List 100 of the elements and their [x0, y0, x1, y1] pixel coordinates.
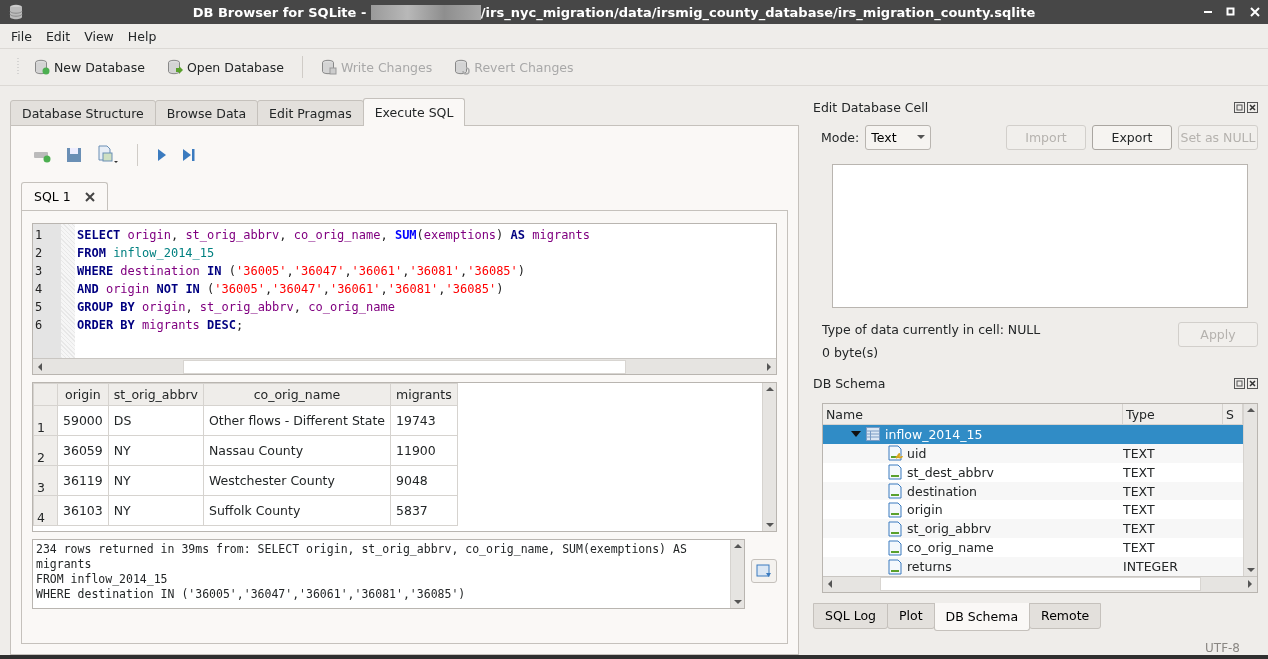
tab[interactable]: Edit Pragmas: [257, 100, 364, 126]
field-icon: [887, 520, 903, 537]
row-header[interactable]: 1: [33, 405, 58, 436]
row-header[interactable]: 2: [33, 435, 58, 466]
float-icon: [1234, 101, 1245, 113]
vertical-scrollbar[interactable]: [762, 383, 776, 531]
play-icon: [156, 147, 168, 163]
dock-tab[interactable]: DB Schema: [933, 603, 1031, 631]
code-line: ORDER BY migrants DESC;: [77, 317, 245, 334]
scroll-down-icon: [733, 598, 742, 606]
float-icon: [1234, 378, 1245, 390]
column-header[interactable]: origin: [57, 383, 109, 406]
tree-item[interactable]: inflow_2014_15: [885, 426, 983, 442]
type-cell-text: TEXT: [1123, 521, 1156, 537]
code-line: FROM inflow_2014_15: [77, 245, 216, 262]
toolbar-button[interactable]: New Database: [26, 56, 153, 78]
menu-item[interactable]: Edit: [40, 26, 76, 46]
type-cell-text: TEXT: [1123, 464, 1156, 480]
table-icon: [865, 426, 881, 443]
window-title: DB Browser for SQLite -: [192, 4, 368, 20]
scroll-right-icon: [1246, 580, 1254, 589]
scroll-left-icon: [36, 362, 44, 371]
dock-tab[interactable]: SQL Log: [813, 603, 889, 629]
editor-tab[interactable]: SQL 1: [21, 182, 108, 210]
table-cell: 19743: [390, 405, 458, 436]
encoding-label: UTF-8: [1205, 641, 1240, 655]
code-line: SELECT origin, st_orig_abbrv, co_orig_name, SUM(exemptions) AS migrants: [77, 227, 592, 244]
tree-item[interactable]: origin: [907, 502, 943, 518]
type-cell-text: INTEGER: [1123, 559, 1179, 575]
panel-title: Edit Database Cell: [813, 99, 929, 115]
tab[interactable]: Browse Data: [154, 100, 259, 126]
table-cell: 59000: [57, 405, 109, 436]
export-icon: [756, 563, 772, 579]
type-cell-text: TEXT: [1123, 540, 1156, 556]
tree-item[interactable]: st_dest_abbrv: [907, 464, 995, 480]
field-icon: [887, 464, 903, 481]
close-icon: [1247, 101, 1258, 113]
column-header[interactable]: migrants: [390, 383, 458, 406]
minimize-icon: [1204, 11, 1212, 13]
database-save-icon: [320, 59, 337, 75]
column-header[interactable]: st_orig_abbrv: [108, 383, 204, 406]
play-line-icon: [182, 147, 196, 163]
mode-dropdown[interactable]: Text: [865, 124, 932, 150]
database-app-icon: [8, 4, 24, 20]
line-number: 1: [34, 227, 44, 244]
sql-editor[interactable]: [32, 223, 777, 375]
table-cell: DS: [108, 405, 204, 436]
message-line: WHERE destination IN ('36005','36047','36061','36081','36085'): [36, 587, 467, 602]
tree-item[interactable]: uid: [907, 445, 927, 461]
schema-tree[interactable]: Name Type S inflow_2014_15 uid TEXT st_dest_abbrv TEXT destination TEXT origin TEXT st_orig_abbrv TEXT co_orig_name TEXT returns INTEGER: [822, 403, 1258, 593]
tree-item[interactable]: returns: [907, 559, 952, 575]
database-undo-icon: [454, 59, 471, 75]
row-header[interactable]: 3: [33, 465, 58, 496]
dock-tab[interactable]: Plot: [887, 603, 935, 629]
window-path: /irs_nyc_migration/data/irsmig_county_database/irs_migration_county.sqlite: [480, 4, 1036, 20]
table-cell: NY: [108, 495, 204, 526]
row-header[interactable]: 4: [33, 495, 58, 526]
vertical-scrollbar[interactable]: [730, 540, 744, 608]
column-header[interactable]: co_orig_name: [203, 383, 391, 406]
menu-item[interactable]: File: [6, 26, 37, 46]
type-cell-text: TEXT: [1123, 445, 1156, 461]
column-header[interactable]: Name: [823, 404, 1123, 424]
scroll-down-icon: [765, 521, 774, 529]
field-icon: [887, 539, 903, 556]
column-header[interactable]: Type: [1123, 404, 1223, 424]
database-arrow-icon: [166, 59, 183, 75]
tree-item[interactable]: co_orig_name: [907, 540, 994, 556]
menu-item[interactable]: View: [79, 26, 119, 46]
vertical-scrollbar[interactable]: [1243, 404, 1257, 576]
table-cell: 5837: [390, 495, 458, 526]
key-field-icon: [887, 445, 903, 462]
tree-item[interactable]: destination: [907, 483, 978, 499]
dock-tab[interactable]: Remote: [1029, 603, 1102, 629]
table-cell: NY: [108, 465, 204, 496]
table-cell: 11900: [390, 435, 458, 466]
tree-item[interactable]: st_orig_abbrv: [907, 521, 992, 537]
table-cell: Other flows - Different State: [203, 405, 391, 436]
scroll-right-icon: [765, 362, 773, 371]
scroll-left-icon: [826, 580, 834, 589]
scroll-up-icon: [765, 385, 774, 393]
type-info: Type of data currently in cell: NULL: [822, 322, 1041, 338]
line-number: 3: [34, 263, 44, 280]
message-line: 234 rows returned in 39ms from: SELECT origin, st_orig_abbrv, co_orig_name, SUM(exemptions) AS: [36, 542, 688, 557]
code-line: WHERE destination IN ('36005','36047','36061','36081','36085'): [77, 263, 527, 280]
table-cell: 36119: [57, 465, 109, 496]
table-cell: Nassau County: [203, 435, 391, 466]
horizontal-scrollbar[interactable]: [33, 358, 776, 374]
table-cell: Westchester County: [203, 465, 391, 496]
tab[interactable]: Database Structure: [10, 100, 156, 126]
cell-editor[interactable]: [832, 163, 1248, 309]
toolbar-button[interactable]: Open Database: [158, 56, 292, 78]
table-cell: 9048: [390, 465, 458, 496]
scroll-up-icon: [1246, 406, 1255, 414]
code-line: AND origin NOT IN ('36005','36047','36061','36081','36085'): [77, 281, 505, 298]
line-number: 6: [34, 317, 44, 334]
cell-button[interactable]: Export: [1092, 124, 1172, 150]
save-results-button[interactable]: [751, 559, 777, 583]
menu-item[interactable]: Help: [122, 26, 162, 46]
tab[interactable]: Execute SQL: [362, 98, 466, 126]
dropdown-caret-icon: [917, 133, 926, 142]
